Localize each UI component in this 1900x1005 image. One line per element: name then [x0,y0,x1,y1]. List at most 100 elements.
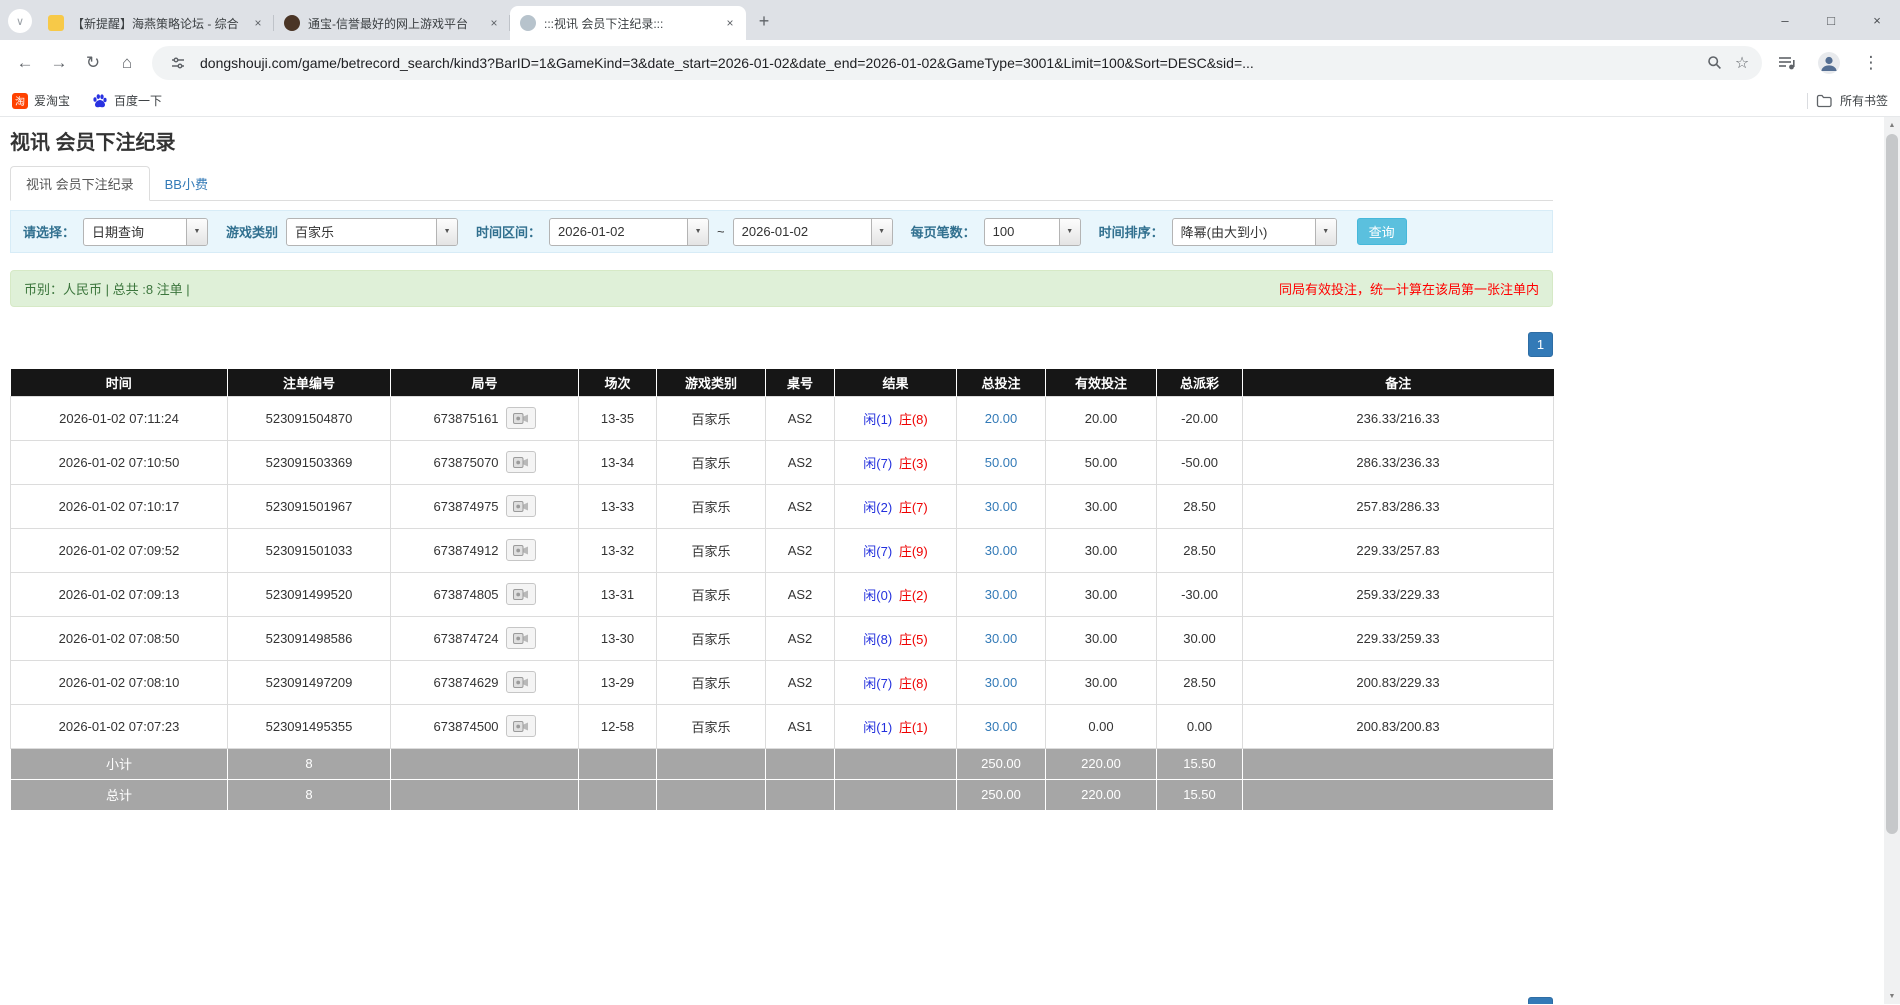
column-header-4: 游戏类别 [657,369,766,396]
total-row: 总计8250.00220.0015.50 [11,779,1554,810]
cell-bet-id: 523091504870 [228,396,391,440]
search-button[interactable]: 查询 [1357,218,1407,245]
media-controls-icon[interactable] [1770,46,1804,80]
cell-remark: 236.33/216.33 [1243,396,1554,440]
folder-icon [1816,93,1832,109]
page-scrollbar[interactable]: ▲ ▼ [1884,117,1900,1004]
table-row: 2026-01-02 07:10:50523091503369673875070… [11,440,1554,484]
subtotal-cell-0: 小计 [11,748,228,779]
address-bar[interactable]: dongshouji.com/game/betrecord_search/kin… [152,46,1762,80]
round-number: 673874629 [433,675,498,690]
scroll-down-icon[interactable]: ▼ [1884,988,1900,1004]
total-bet-link[interactable]: 30.00 [985,719,1018,734]
browser-tab-2[interactable]: 通宝-信誉最好的网上游戏平台 × [274,6,510,40]
browser-menu-icon[interactable]: ⋮ [1854,46,1888,80]
page-size-input[interactable] [985,219,1059,245]
site-info-icon[interactable] [164,49,192,77]
video-camera-icon [513,676,529,689]
total-cell-1: 8 [228,779,391,810]
home-button[interactable]: ⌂ [110,46,144,80]
pagination-page-1[interactable]: 1 [1528,332,1553,357]
cell-payout: -30.00 [1157,572,1243,616]
cell-round: 673874975 [391,484,579,528]
sort-order-select[interactable]: 降幂(由大到小) ▼ [1172,218,1337,246]
total-bet-link[interactable]: 30.00 [985,631,1018,646]
total-cell-10 [1243,779,1554,810]
bookmark-baidu[interactable]: 百度一下 [92,92,162,109]
pagination-page-1-bottom[interactable]: 1 [1528,997,1553,1004]
cell-valid-bet: 30.00 [1046,660,1157,704]
total-cell-5 [766,779,835,810]
video-camera-icon [513,456,529,469]
chevron-down-icon[interactable]: ▼ [1315,219,1336,245]
round-video-button[interactable] [506,539,536,561]
tab-search-button[interactable]: ∨ [8,9,32,33]
round-cell: 673875070 [433,451,535,473]
tab-strip: ∨ 【新提醒】海燕策略论坛 - 综合 × 通宝-信誉最好的网上游戏平台 × ::… [0,0,1900,40]
back-button[interactable]: ← [8,46,42,80]
chevron-down-icon[interactable]: ▼ [436,219,457,245]
profile-avatar[interactable] [1812,46,1846,80]
page-title: 视讯 会员下注纪录 [10,117,1553,155]
bookmark-taobao[interactable]: 淘 爱淘宝 [12,92,70,109]
cell-session: 13-31 [579,572,657,616]
round-video-button[interactable] [506,671,536,693]
round-video-button[interactable] [506,407,536,429]
column-header-10: 备注 [1243,369,1554,396]
new-tab-button[interactable]: + [750,7,778,35]
column-header-5: 桌号 [766,369,835,396]
forward-button[interactable]: → [42,46,76,80]
cell-bet-id: 523091503369 [228,440,391,484]
close-window-button[interactable]: × [1854,0,1900,40]
web-page: 视讯 会员下注纪录 视讯 会员下注纪录 BB小费 请选择： 日期查询 ▼ 游戏类… [0,117,1900,1004]
subtotal-cell-6 [835,748,957,779]
chevron-down-icon[interactable]: ▼ [1059,219,1080,245]
minimize-button[interactable]: – [1762,0,1808,40]
url-text[interactable]: dongshouji.com/game/betrecord_search/kin… [200,55,1692,71]
total-bet-link[interactable]: 30.00 [985,499,1018,514]
total-bet-link[interactable]: 50.00 [985,455,1018,470]
round-video-button[interactable] [506,451,536,473]
result-player: 闲(7) [863,544,892,559]
browser-tab-3-active[interactable]: :::视讯 会员下注纪录::: × [510,6,746,40]
cell-round: 673874724 [391,616,579,660]
query-type-select[interactable]: 日期查询 ▼ [83,218,208,246]
cell-table-no: AS2 [766,528,835,572]
tab-bet-records[interactable]: 视讯 会员下注纪录 [10,166,150,201]
total-bet-link[interactable]: 30.00 [985,543,1018,558]
all-bookmarks[interactable]: 所有书签 [1807,92,1888,109]
cell-valid-bet: 30.00 [1046,484,1157,528]
refresh-button[interactable]: ↻ [76,46,110,80]
total-bet-link[interactable]: 20.00 [985,411,1018,426]
chevron-down-icon[interactable]: ▼ [871,219,892,245]
browser-tab-1[interactable]: 【新提醒】海燕策略论坛 - 综合 × [38,6,274,40]
round-video-button[interactable] [506,627,536,649]
round-video-button[interactable] [506,715,536,737]
tab-close-icon[interactable]: × [250,15,266,31]
total-bet-link[interactable]: 30.00 [985,675,1018,690]
tab-close-icon[interactable]: × [486,15,502,31]
round-video-button[interactable] [506,495,536,517]
maximize-button[interactable]: □ [1808,0,1854,40]
round-video-button[interactable] [506,583,536,605]
table-header-row: 时间注单编号局号场次游戏类别桌号结果总投注有效投注总派彩备注 [11,369,1554,396]
tab-close-icon[interactable]: × [722,15,738,31]
chevron-down-icon[interactable]: ▼ [186,219,207,245]
toolbar-right-icons: ⋮ [1770,46,1892,80]
total-bet-link[interactable]: 30.00 [985,587,1018,602]
date-start-input[interactable] [550,219,687,245]
scrollbar-thumb[interactable] [1886,134,1898,834]
column-header-8: 有效投注 [1046,369,1157,396]
chevron-down-icon[interactable]: ▼ [687,219,708,245]
date-end-input[interactable] [734,219,871,245]
table-foot: 小计8250.00220.0015.50总计8250.00220.0015.50 [11,748,1554,810]
zoom-icon[interactable] [1700,49,1728,77]
game-type-select[interactable]: 百家乐 ▼ [286,218,458,246]
bookmark-star-icon[interactable]: ☆ [1728,49,1756,77]
cell-time: 2026-01-02 07:08:50 [11,616,228,660]
tab-bb-tip[interactable]: BB小费 [150,167,223,200]
game-type-value: 百家乐 [287,219,436,245]
scroll-up-icon[interactable]: ▲ [1884,117,1900,133]
cell-payout: 28.50 [1157,660,1243,704]
table-row: 2026-01-02 07:09:13523091499520673874805… [11,572,1554,616]
